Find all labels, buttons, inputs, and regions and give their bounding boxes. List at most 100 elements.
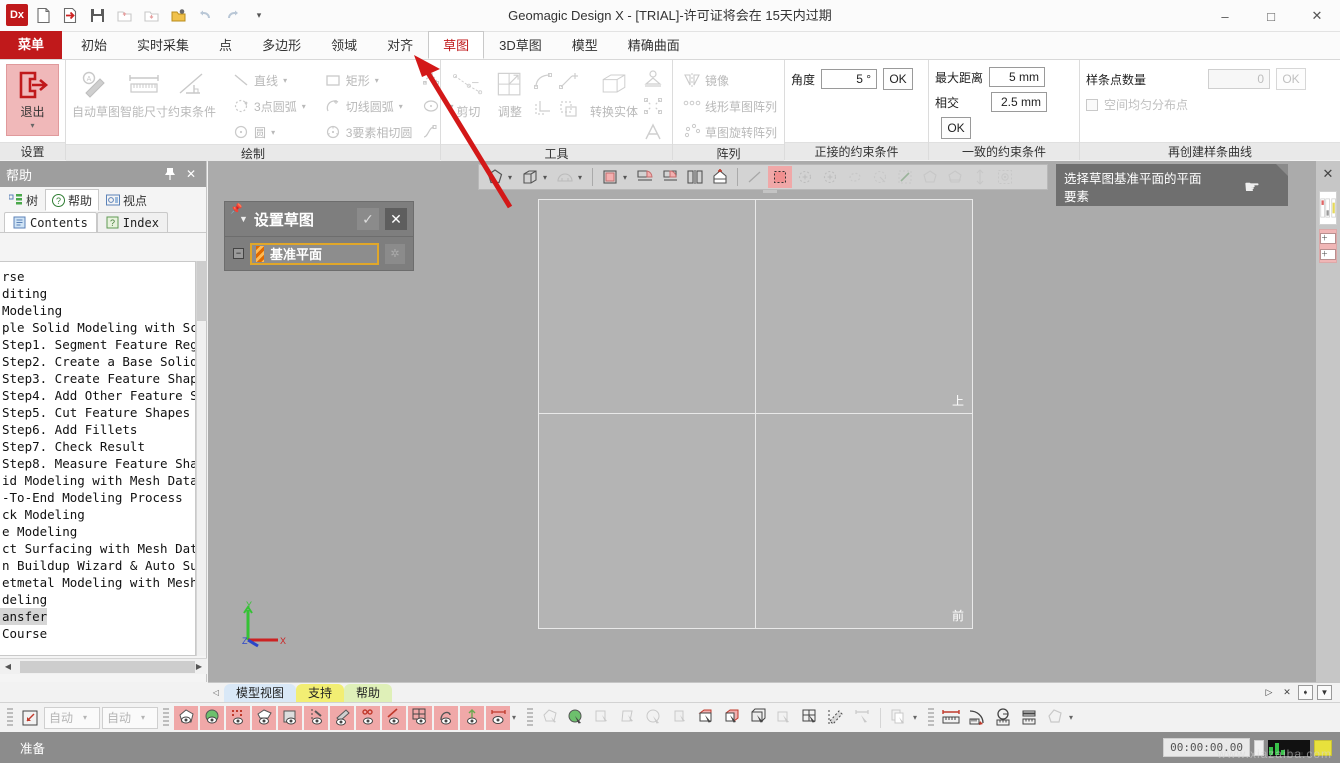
pick-face-light-icon[interactable] (772, 706, 796, 730)
show-grid-icon[interactable] (408, 706, 432, 730)
measure-deviation-icon[interactable] (1043, 706, 1067, 730)
tangent-ok-button[interactable]: OK (883, 68, 913, 90)
extend-icon[interactable] (556, 70, 582, 92)
exit-sketch-button[interactable]: 退出 ▾ (6, 64, 59, 136)
display-group-caret[interactable]: ▾ (512, 713, 522, 722)
section-view-caret[interactable]: ▾ (578, 173, 587, 182)
shade-mode-icon[interactable] (483, 166, 507, 188)
minimize-button[interactable]: – (1202, 0, 1248, 32)
list-item[interactable]: Step7. Check Result (0, 438, 195, 455)
exit-dropdown-caret[interactable]: ▾ (30, 121, 34, 130)
tab-model-view[interactable]: 模型视图 (224, 684, 296, 702)
auto-selector-1[interactable]: 自动 ▾ (44, 707, 100, 729)
three-point-arc-dropdown-caret[interactable]: ▾ (302, 102, 306, 111)
list-item[interactable]: Step6. Add Fillets (0, 421, 195, 438)
close-icon[interactable]: ✕ (182, 167, 200, 181)
tab-caotu[interactable]: 草图 (428, 31, 484, 59)
show-plane-icon[interactable] (304, 706, 328, 730)
through-pick-icon[interactable] (943, 166, 967, 188)
list-item[interactable]: Step1. Segment Feature Regions (0, 336, 195, 353)
tab-dian[interactable]: 点 (204, 31, 247, 59)
tangent-arc-dropdown-caret[interactable]: ▾ (399, 102, 403, 111)
measure-radius-icon[interactable] (991, 706, 1015, 730)
pick-dimension-icon[interactable] (850, 706, 874, 730)
show-mesh-icon[interactable] (174, 706, 198, 730)
show-regions-icon[interactable] (200, 706, 224, 730)
auto-sketch-button[interactable]: A 自动草图 (72, 64, 120, 120)
tab-lingyu[interactable]: 领域 (316, 31, 372, 59)
list-item[interactable]: Step4. Add Other Feature Shape (0, 387, 195, 404)
list-item[interactable]: deling (0, 591, 195, 608)
box-view-icon[interactable] (518, 166, 542, 188)
box-view-caret[interactable]: ▾ (543, 173, 552, 182)
pick-body-front-icon[interactable] (720, 706, 744, 730)
coincident-ok-button[interactable]: OK (941, 117, 971, 139)
close-button[interactable]: ✕ (1294, 0, 1340, 32)
reference-planes[interactable]: 上 前 (538, 199, 973, 629)
panel-tab-viewpoint[interactable]: 视点 (99, 189, 154, 211)
iso-view-caret[interactable]: ▾ (623, 173, 632, 182)
dialog-pin-icon[interactable]: 📌 (230, 204, 242, 215)
close-tab-icon[interactable]: ✕ (1280, 686, 1294, 700)
three-point-arc-tool[interactable]: 3点圆弧 ▾ (228, 94, 306, 118)
pick-mesh-icon[interactable] (538, 706, 562, 730)
selection-mode-icon[interactable] (18, 706, 42, 730)
list-item[interactable]: e Modeling (0, 523, 195, 540)
plane-top-left[interactable] (538, 199, 756, 414)
expand-toggle-icon[interactable]: − (233, 248, 244, 259)
list-item-selected[interactable]: ansfer (0, 608, 47, 625)
rect-select-icon[interactable] (768, 166, 792, 188)
subtab-index[interactable]: ? Index (97, 212, 168, 232)
list-item[interactable]: Modeling (0, 302, 195, 319)
toolbar-grip-2[interactable] (163, 708, 169, 728)
uniform-distribution-row[interactable]: 空间均匀分布点 (1086, 96, 1188, 113)
split-view-icon[interactable] (683, 166, 707, 188)
constraints-button[interactable]: 约束条件 (168, 64, 216, 120)
sketch-cancel-button[interactable]: ✕ (385, 208, 407, 230)
auto-selector-2[interactable]: 自动 ▾ (102, 707, 158, 729)
list-item[interactable]: Step5. Cut Feature Shapes (0, 404, 195, 421)
paint-select-icon[interactable] (893, 166, 917, 188)
toolbar-drag-grip[interactable] (763, 190, 777, 193)
list-item[interactable]: ct Surfacing with Mesh Data (0, 540, 195, 557)
scrollbar-thumb[interactable] (197, 261, 207, 321)
pick-quadrant-icon[interactable] (798, 706, 822, 730)
measure-group-caret[interactable]: ▾ (1069, 713, 1079, 722)
show-reference-lines-icon[interactable] (382, 706, 406, 730)
play-icon[interactable]: ▷ (1262, 686, 1276, 700)
front-view-icon[interactable] (633, 166, 657, 188)
dropdown-pane-icon[interactable]: ▼ (1317, 685, 1332, 700)
help-contents-list[interactable]: rse diting Modeling ple Solid Modeling w… (0, 261, 196, 656)
list-item[interactable]: rse (0, 268, 195, 285)
list-item[interactable]: diting (0, 285, 195, 302)
circle-select-2-icon[interactable] (818, 166, 842, 188)
help-list-vertical-scrollbar[interactable] (196, 261, 206, 656)
angle-input[interactable]: 5 ° (821, 69, 877, 89)
plane-bottom-right[interactable]: 前 (755, 413, 973, 629)
back-view-icon[interactable] (658, 166, 682, 188)
show-reference-points-icon[interactable] (356, 706, 380, 730)
maximize-button[interactable]: □ (1248, 0, 1294, 32)
pick-body-side-icon[interactable] (746, 706, 770, 730)
sketch-confirm-button[interactable]: ✓ (357, 208, 379, 230)
line-tool[interactable]: 直线 ▾ (228, 68, 306, 92)
convert-entity-button[interactable]: 转换实体 (590, 64, 638, 120)
pick-shell-icon[interactable] (616, 706, 640, 730)
measure-distance-icon[interactable] (939, 706, 963, 730)
visible-only-icon[interactable] (993, 166, 1017, 188)
offset-icon[interactable] (530, 98, 556, 120)
extend-pick-icon[interactable] (968, 166, 992, 188)
pick-face-icon[interactable] (590, 706, 614, 730)
add-layer-icon-2[interactable]: ＋ (1320, 249, 1336, 260)
list-item[interactable]: Course (0, 625, 195, 642)
show-surface-icon[interactable] (252, 706, 276, 730)
add-layer-icon[interactable]: ＋ (1320, 233, 1336, 244)
fillet-corner-icon[interactable] (530, 70, 556, 92)
rotate-pattern-tool[interactable]: 草图旋转阵列 (679, 120, 777, 144)
plane-top-right[interactable]: 上 (755, 199, 973, 414)
pick-sketch-entity-icon[interactable] (824, 706, 848, 730)
pick-body-top-icon[interactable] (694, 706, 718, 730)
scale-icon[interactable] (640, 95, 666, 117)
toolbar-grip-4[interactable] (928, 708, 934, 728)
adjust-button[interactable]: 调整 (490, 64, 530, 120)
